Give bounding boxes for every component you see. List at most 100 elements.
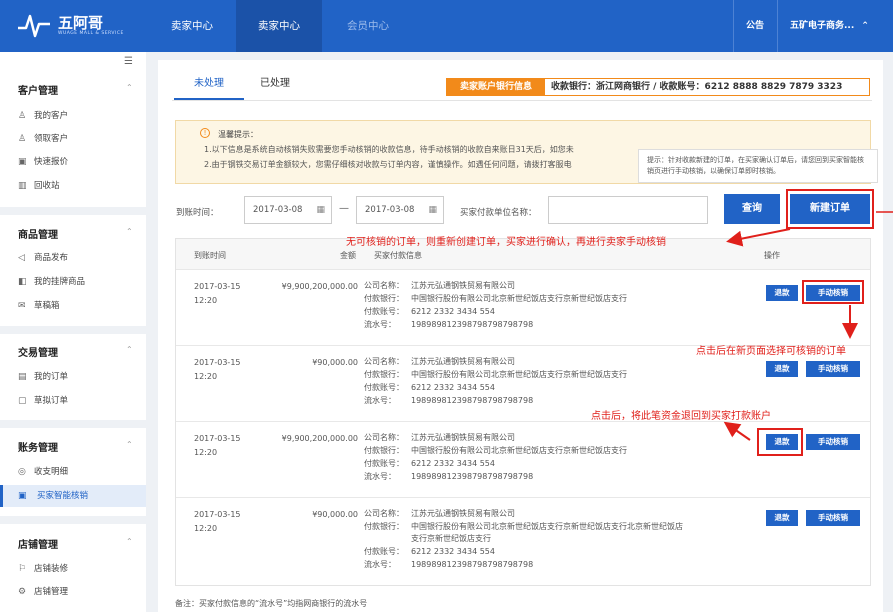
sidebar-item-product-publish[interactable]: ◁ 商品发布 <box>0 247 146 269</box>
bank-info-label: 卖家账户银行信息 <box>447 79 545 95</box>
row-serial: 流水号： 198989812398798798798798 <box>364 559 533 570</box>
nav-divider <box>733 0 734 52</box>
verify-icon: ▣ <box>18 491 27 501</box>
user-icon: ♙ <box>18 111 27 121</box>
sidebar-item-smart-verify[interactable]: ▣ 买家智能核销 <box>0 485 146 507</box>
manual-verify-button[interactable]: 手动核销 <box>806 510 860 526</box>
info-value: 6212 2332 3434 554 <box>411 383 495 392</box>
order-icon: ▤ <box>18 372 27 382</box>
sidebar-item-my-listings[interactable]: ◧ 我的挂牌商品 <box>0 271 146 293</box>
row-time: 12:20 <box>194 296 218 305</box>
date-from-input[interactable]: 2017-03-08 ▦ <box>244 196 332 224</box>
row-date: 2017-03-15 <box>194 358 241 367</box>
info-key: 付款银行： <box>364 446 404 455</box>
info-key: 公司名称： <box>364 357 404 366</box>
nav-account[interactable]: 五矿电子商务... ⌃ <box>790 0 869 52</box>
sidebar-item-my-customers[interactable]: ♙ 我的客户 <box>0 105 146 127</box>
chevron-up-icon[interactable]: ⌃ <box>126 227 133 236</box>
sidebar-item-label: 店铺装修 <box>34 564 69 574</box>
sidebar-divider <box>0 516 146 524</box>
group-product-title[interactable]: 商品管理 <box>18 226 58 241</box>
row-amount: ¥90,000.00 <box>312 510 358 519</box>
col-actions: 操作 <box>764 251 780 260</box>
sidebar-item-label: 快速报价 <box>34 157 69 167</box>
row-bank: 付款银行： 中国银行股份有限公司北京新世纪饭店支行京新世纪饭店支行北京新世纪饭店 <box>364 521 683 532</box>
group-finance-title[interactable]: 账务管理 <box>18 439 58 454</box>
nav-notice[interactable]: 公告 <box>746 0 764 52</box>
info-key: 公司名称： <box>364 433 404 442</box>
info-key: 付款账号： <box>364 383 404 392</box>
table-row: 2017-03-15 12:20 ¥9,900,200,000.00 公司名称：… <box>176 269 870 345</box>
brand-subtitle: WUAGE MALL & SERVICE <box>58 31 124 36</box>
chevron-up-icon[interactable]: ⌃ <box>126 83 133 92</box>
chevron-up-icon[interactable]: ⌃ <box>126 345 133 354</box>
sidebar-item-income-detail[interactable]: ◎ 收支明细 <box>0 461 146 483</box>
sidebar-item-label: 我的客户 <box>34 111 69 121</box>
manual-verify-button[interactable]: 手动核销 <box>806 361 860 377</box>
sidebar-item-recycle-bin[interactable]: ▥ 回收站 <box>0 175 146 197</box>
row-account: 付款账号： 6212 2332 3434 554 <box>364 306 495 317</box>
row-account: 付款账号： 6212 2332 3434 554 <box>364 458 495 469</box>
row-serial: 流水号： 198989812398798798798798 <box>364 319 533 330</box>
refund-button[interactable]: 退款 <box>766 361 798 377</box>
info-key: 付款银行： <box>364 522 404 531</box>
date-to-input[interactable]: 2017-03-08 ▦ <box>356 196 444 224</box>
table-row: 2017-03-15 12:20 ¥90,000.00 公司名称： 江苏元弘通钢铁… <box>176 497 870 585</box>
tab-unprocessed[interactable]: 未处理 <box>174 74 244 100</box>
tip-popover: 提示：针对收款新建的订单，在买家确认订单后，请您回到买家智能核销页进行手动核销，… <box>638 149 878 183</box>
notice-title: 温馨提示： <box>218 130 258 139</box>
refund-button[interactable]: 退款 <box>766 510 798 526</box>
group-customer-title[interactable]: 客户管理 <box>18 82 58 97</box>
col-amount: 金额 <box>340 251 356 260</box>
group-shop-title[interactable]: 店铺管理 <box>18 536 58 551</box>
refund-button[interactable]: 退款 <box>766 285 798 301</box>
info-value: 江苏元弘通钢铁贸易有限公司 <box>411 433 515 442</box>
brand-logo[interactable]: 五阿哥 WUAGE MALL & SERVICE <box>16 10 126 42</box>
info-value: 支行京新世纪饭店支行 <box>411 534 491 543</box>
nav-seller-center-active[interactable]: 卖家中心 <box>236 0 322 52</box>
annotation-new-order: 无可核销的订单，则重新创建订单，买家进行确认，再进行卖家手动核销 <box>346 237 666 248</box>
sidebar-item-my-orders[interactable]: ▤ 我的订单 <box>0 366 146 388</box>
sidebar-item-draft-orders[interactable]: ▢ 草拟订单 <box>0 390 146 412</box>
sidebar-item-shop-manage[interactable]: ⚙ 店铺管理 <box>0 581 146 603</box>
highlight-new-order <box>786 189 874 229</box>
chevron-up-icon[interactable]: ⌃ <box>126 537 133 546</box>
info-value: 江苏元弘通钢铁贸易有限公司 <box>411 509 515 518</box>
calendar-icon[interactable]: ▦ <box>316 197 325 223</box>
col-arrival-time: 到账时间 <box>194 251 226 260</box>
row-account: 付款账号： 6212 2332 3434 554 <box>364 546 495 557</box>
date-to-value: 2017-03-08 <box>365 205 415 215</box>
tab-processed[interactable]: 已处理 <box>242 74 308 100</box>
nav-member-center[interactable]: 会员中心 <box>325 0 411 52</box>
trash-icon: ▥ <box>18 181 27 191</box>
sidebar-item-label: 买家智能核销 <box>37 491 89 501</box>
date-range-dash: — <box>339 203 349 214</box>
search-button[interactable]: 查询 <box>724 194 780 224</box>
decorate-icon: ⚐ <box>18 564 27 574</box>
calendar-icon[interactable]: ▦ <box>428 197 437 223</box>
col-payer-info: 买家付款信息 <box>374 251 422 260</box>
manual-verify-button[interactable]: 手动核销 <box>806 434 860 450</box>
info-value: 198989812398798798798798 <box>411 320 534 329</box>
info-value: 中国银行股份有限公司北京新世纪饭店支行京新世纪饭店支行 <box>411 446 627 455</box>
group-trade-title[interactable]: 交易管理 <box>18 344 58 359</box>
mail-icon: ✉ <box>18 301 26 311</box>
sidebar-item-label: 回收站 <box>34 181 60 191</box>
sidebar-item-label: 我的订单 <box>34 372 69 382</box>
info-key: 流水号： <box>364 320 396 329</box>
sidebar-item-claim-customers[interactable]: ♙ 领取客户 <box>0 128 146 150</box>
info-value: 中国银行股份有限公司北京新世纪饭店支行京新世纪饭店支行 <box>411 294 627 303</box>
sidebar-item-quick-quote[interactable]: ▣ 快速报价 <box>0 151 146 173</box>
row-amount: ¥9,900,200,000.00 <box>281 282 358 291</box>
payer-name-input[interactable] <box>548 196 708 224</box>
sidebar-item-drafts[interactable]: ✉ 草稿箱 <box>0 295 146 317</box>
send-icon: ◁ <box>18 253 25 263</box>
sidebar-divider <box>0 207 146 215</box>
info-value: 6212 2332 3434 554 <box>411 459 495 468</box>
nav-seller-center[interactable]: 卖家中心 <box>150 0 234 52</box>
menu-collapse-icon[interactable]: ☰ <box>124 56 133 67</box>
sidebar-item-shop-decorate[interactable]: ⚐ 店铺装修 <box>0 558 146 580</box>
chevron-up-icon[interactable]: ⌃ <box>126 440 133 449</box>
row-bank-cont: 支行京新世纪饭店支行 <box>364 533 491 544</box>
sidebar-divider <box>0 326 146 334</box>
